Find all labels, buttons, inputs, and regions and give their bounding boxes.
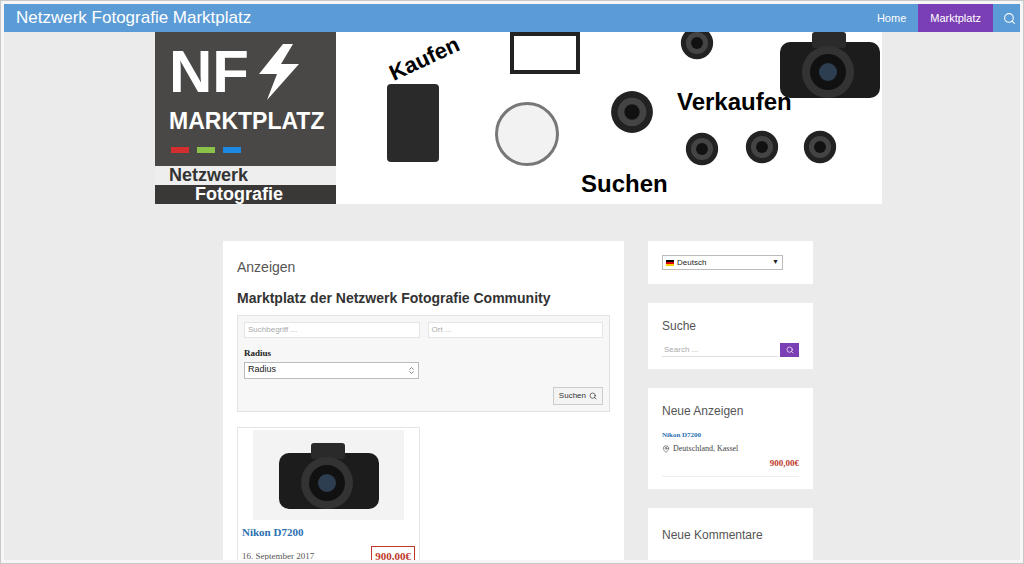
page-title: Marktplatz der Netzwerk Fotografie Commu… — [237, 288, 610, 309]
listing-price: 900,00€ — [371, 546, 415, 563]
sidebar-search-input[interactable]: Search ... — [662, 343, 778, 357]
color-bar — [197, 147, 215, 153]
search-widget: Suche Search ... — [648, 303, 813, 369]
location-input[interactable]: Ort ... — [428, 322, 604, 338]
listing-date: 16. September 2017 — [242, 550, 314, 564]
color-bar — [223, 147, 241, 153]
search-button[interactable]: Suchen — [553, 387, 603, 405]
page: Netzwerk Fotografie MarktplatzHomeMarktp… — [0, 0, 1024, 564]
new-ad-item[interactable]: Nikon D7200Deutschland, Kassel900,00€ — [662, 430, 799, 477]
dropdown-icon — [407, 366, 416, 375]
top-bar: Netzwerk Fotografie Marktplatz HomeMarktp… — [4, 4, 1020, 32]
camera-picture — [770, 32, 882, 104]
widget-title: Neue Anzeigen — [662, 402, 799, 420]
new-ads-widget: Neue Anzeigen Nikon D7200Deutschland, Kas… — [648, 388, 813, 489]
location-pin-icon — [662, 445, 670, 453]
listing-card[interactable]: Nikon D7200 16. September 2017 900,00€ — [237, 427, 420, 564]
color-bar — [171, 147, 189, 153]
radius-select[interactable]: Radius — [244, 362, 419, 379]
language-widget: Deutsch▼ — [648, 241, 813, 284]
language-select[interactable]: Deutsch▼ — [662, 255, 783, 270]
monitor-picture — [510, 32, 580, 74]
folding-camera-picture — [387, 84, 439, 162]
banner-word: Kaufen — [384, 32, 466, 89]
lens-picture — [685, 132, 719, 166]
search-icon — [589, 392, 597, 400]
banner: NFMARKTPLATZNetzwerkFotografie Kaufen Verk… — [155, 32, 882, 204]
site-title[interactable]: Netzwerk Fotografie Marktplatz — [4, 5, 251, 31]
lens-picture — [680, 32, 714, 60]
camera-picture — [269, 435, 389, 515]
comments-widget: Neue Kommentare — [648, 508, 813, 563]
bolt-icon — [253, 44, 303, 100]
search-icon — [786, 346, 794, 354]
listing-title[interactable]: Nikon D7200 — [242, 524, 415, 541]
section-label: Anzeigen — [237, 257, 610, 278]
main-card: Anzeigen Marktplatz der Netzwerk Fotograf… — [223, 241, 624, 563]
search-form: Suchbegriff ... Ort ... RadiusRadius Suchen — [237, 315, 610, 412]
banner-word: Verkaufen — [677, 84, 792, 120]
light-stand-picture — [495, 102, 559, 166]
search-icon — [1003, 12, 1016, 25]
banner-word: Suchen — [581, 166, 668, 202]
nav-search[interactable] — [993, 4, 1020, 32]
lens-picture — [745, 130, 779, 164]
radius-label: Radius — [244, 347, 603, 361]
lens-picture — [803, 130, 837, 164]
keyword-input[interactable]: Suchbegriff ... — [244, 322, 420, 338]
flag-icon — [666, 260, 674, 266]
lens-picture — [610, 90, 654, 134]
nav-item[interactable]: Marktplatz — [918, 4, 993, 32]
widget-title: Neue Kommentare — [662, 528, 763, 542]
logo: NFMARKTPLATZNetzwerkFotografie — [155, 32, 336, 204]
widget-title: Suche — [662, 317, 799, 335]
sidebar-search-button[interactable] — [780, 343, 799, 357]
nav-item[interactable]: Home — [865, 4, 918, 32]
listing-photo — [253, 430, 404, 520]
